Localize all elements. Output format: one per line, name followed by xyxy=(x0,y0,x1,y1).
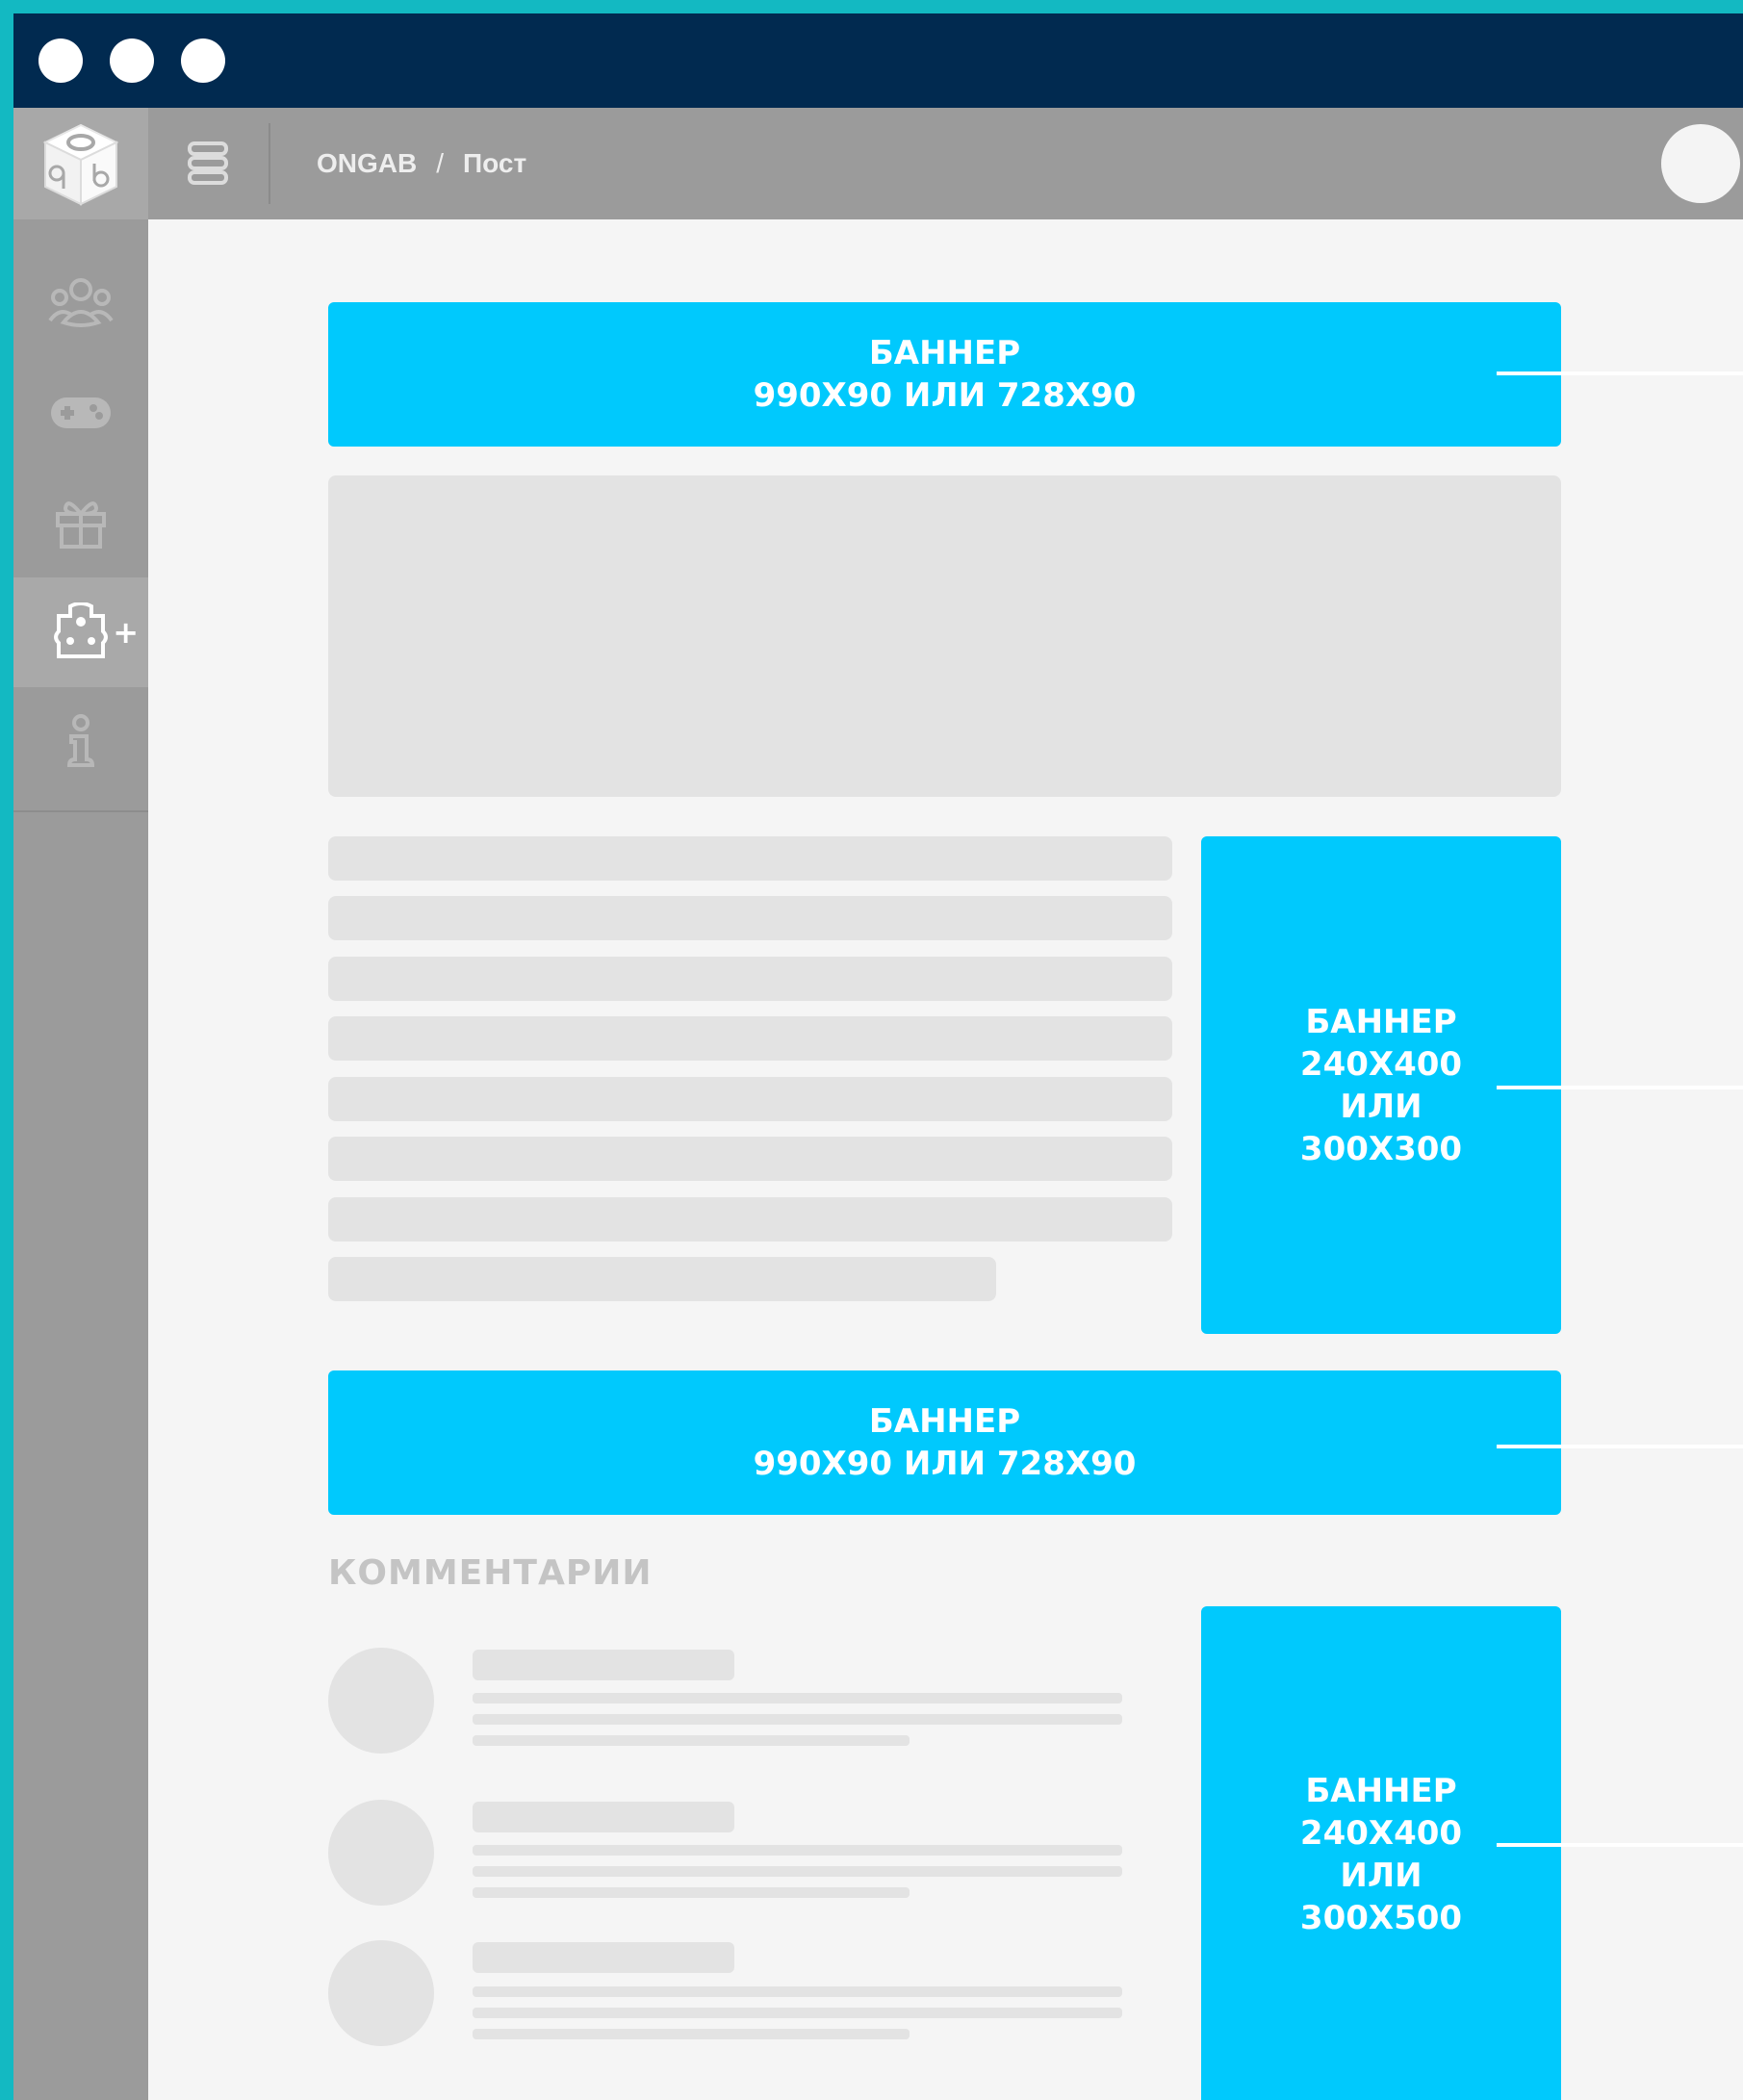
comment-text-placeholder xyxy=(473,1714,1122,1725)
database-menu-icon[interactable] xyxy=(187,141,229,187)
banner-top-size: 990Х90 ИЛИ 728Х90 xyxy=(753,376,1137,415)
banner-side-2-size-b: 300Х500 xyxy=(1299,1899,1463,1937)
banner-bottom-size: 990Х90 ИЛИ 728Х90 xyxy=(753,1445,1137,1483)
comment-text-placeholder xyxy=(473,1866,1122,1877)
text-line-placeholder xyxy=(328,896,1172,940)
browser-window: ONGAB / Пост + БАННЕР 990Х90 ИЛИ 728Х90 … xyxy=(13,13,1743,2100)
sidebar: + xyxy=(13,219,148,2100)
comment-text-placeholder xyxy=(473,1986,1122,1997)
minimize-window-button[interactable] xyxy=(110,38,154,83)
banner-bottom-title: БАННЕР xyxy=(868,1402,1021,1441)
users-icon xyxy=(48,278,114,327)
comment-avatar xyxy=(328,1940,434,2046)
comment-avatar xyxy=(328,1648,434,1754)
comment-text-placeholder xyxy=(473,2008,1122,2018)
banner-side-1-or: ИЛИ xyxy=(1340,1087,1423,1126)
banner-side-1-size-b: 300Х300 xyxy=(1299,1129,1463,1168)
comment-author-placeholder xyxy=(473,1802,734,1832)
banner-side-2-size-a: 240Х400 xyxy=(1299,1814,1463,1853)
sidebar-divider xyxy=(13,810,148,812)
info-icon xyxy=(66,714,95,767)
dice-logo-icon xyxy=(42,123,119,206)
text-line-placeholder xyxy=(328,1016,1172,1061)
breadcrumb-current: Пост xyxy=(463,148,527,178)
comment-author-placeholder xyxy=(473,1942,734,1973)
comments-title: КОММЕНТАРИИ xyxy=(328,1553,653,1593)
maximize-window-button[interactable] xyxy=(181,38,225,83)
banner-side-2-text: БАННЕР 240Х400 ИЛИ 300Х500 xyxy=(1201,1770,1561,1939)
banner-side-2-or: ИЛИ xyxy=(1340,1857,1423,1895)
close-window-button[interactable] xyxy=(38,38,83,83)
text-line-placeholder xyxy=(328,1077,1172,1121)
comment-text-placeholder xyxy=(473,1735,910,1746)
comment-text-placeholder xyxy=(473,1845,1122,1856)
gamepad-icon xyxy=(51,397,111,428)
banner-side-2-title: БАННЕР xyxy=(1305,1772,1457,1810)
banner-bottom[interactable]: БАННЕР 990Х90 ИЛИ 728Х90 xyxy=(328,1370,1561,1515)
banner-side-2[interactable]: БАННЕР 240Х400 ИЛИ 300Х500 xyxy=(1201,1606,1561,2100)
sidebar-item-add-boardgame[interactable]: + xyxy=(13,577,148,687)
banner-top-title: БАННЕР xyxy=(868,334,1021,372)
top-bar: ONGAB / Пост xyxy=(13,108,1743,219)
comment-avatar xyxy=(328,1800,434,1906)
comment-author-placeholder xyxy=(473,1650,734,1680)
sidebar-item-gifts[interactable] xyxy=(13,468,148,577)
puzzle-icon xyxy=(54,602,108,658)
breadcrumb: ONGAB / Пост xyxy=(317,108,526,219)
sidebar-item-community[interactable] xyxy=(13,248,148,358)
logo[interactable] xyxy=(13,108,148,219)
breadcrumb-separator: / xyxy=(436,148,445,178)
banner-side-1-title: БАННЕР xyxy=(1305,1002,1457,1041)
sidebar-item-games[interactable] xyxy=(13,358,148,468)
text-line-placeholder xyxy=(328,1197,1172,1242)
comment-text-placeholder xyxy=(473,2029,910,2039)
title-bar xyxy=(13,13,1743,108)
banner-top[interactable]: БАННЕР 990Х90 ИЛИ 728Х90 xyxy=(328,302,1561,447)
text-line-placeholder xyxy=(328,836,1172,881)
text-line-placeholder xyxy=(328,1257,996,1301)
user-avatar[interactable] xyxy=(1661,124,1740,203)
sidebar-item-info[interactable] xyxy=(13,687,148,797)
text-line-placeholder xyxy=(328,1137,1172,1181)
gift-icon xyxy=(56,501,106,549)
post-image-placeholder xyxy=(328,475,1561,797)
banner-bottom-connector xyxy=(1497,1445,1743,1448)
topbar-divider xyxy=(269,123,270,204)
banner-side-1-size-a: 240Х400 xyxy=(1299,1044,1463,1084)
add-badge: + xyxy=(113,614,139,651)
banner-side-1-connector xyxy=(1497,1086,1743,1089)
banner-top-connector xyxy=(1497,371,1743,375)
text-line-placeholder xyxy=(328,957,1172,1001)
breadcrumb-root[interactable]: ONGAB xyxy=(317,148,417,179)
comment-text-placeholder xyxy=(473,1693,1122,1703)
banner-side-2-connector xyxy=(1497,1843,1743,1847)
comment-text-placeholder xyxy=(473,1887,910,1898)
